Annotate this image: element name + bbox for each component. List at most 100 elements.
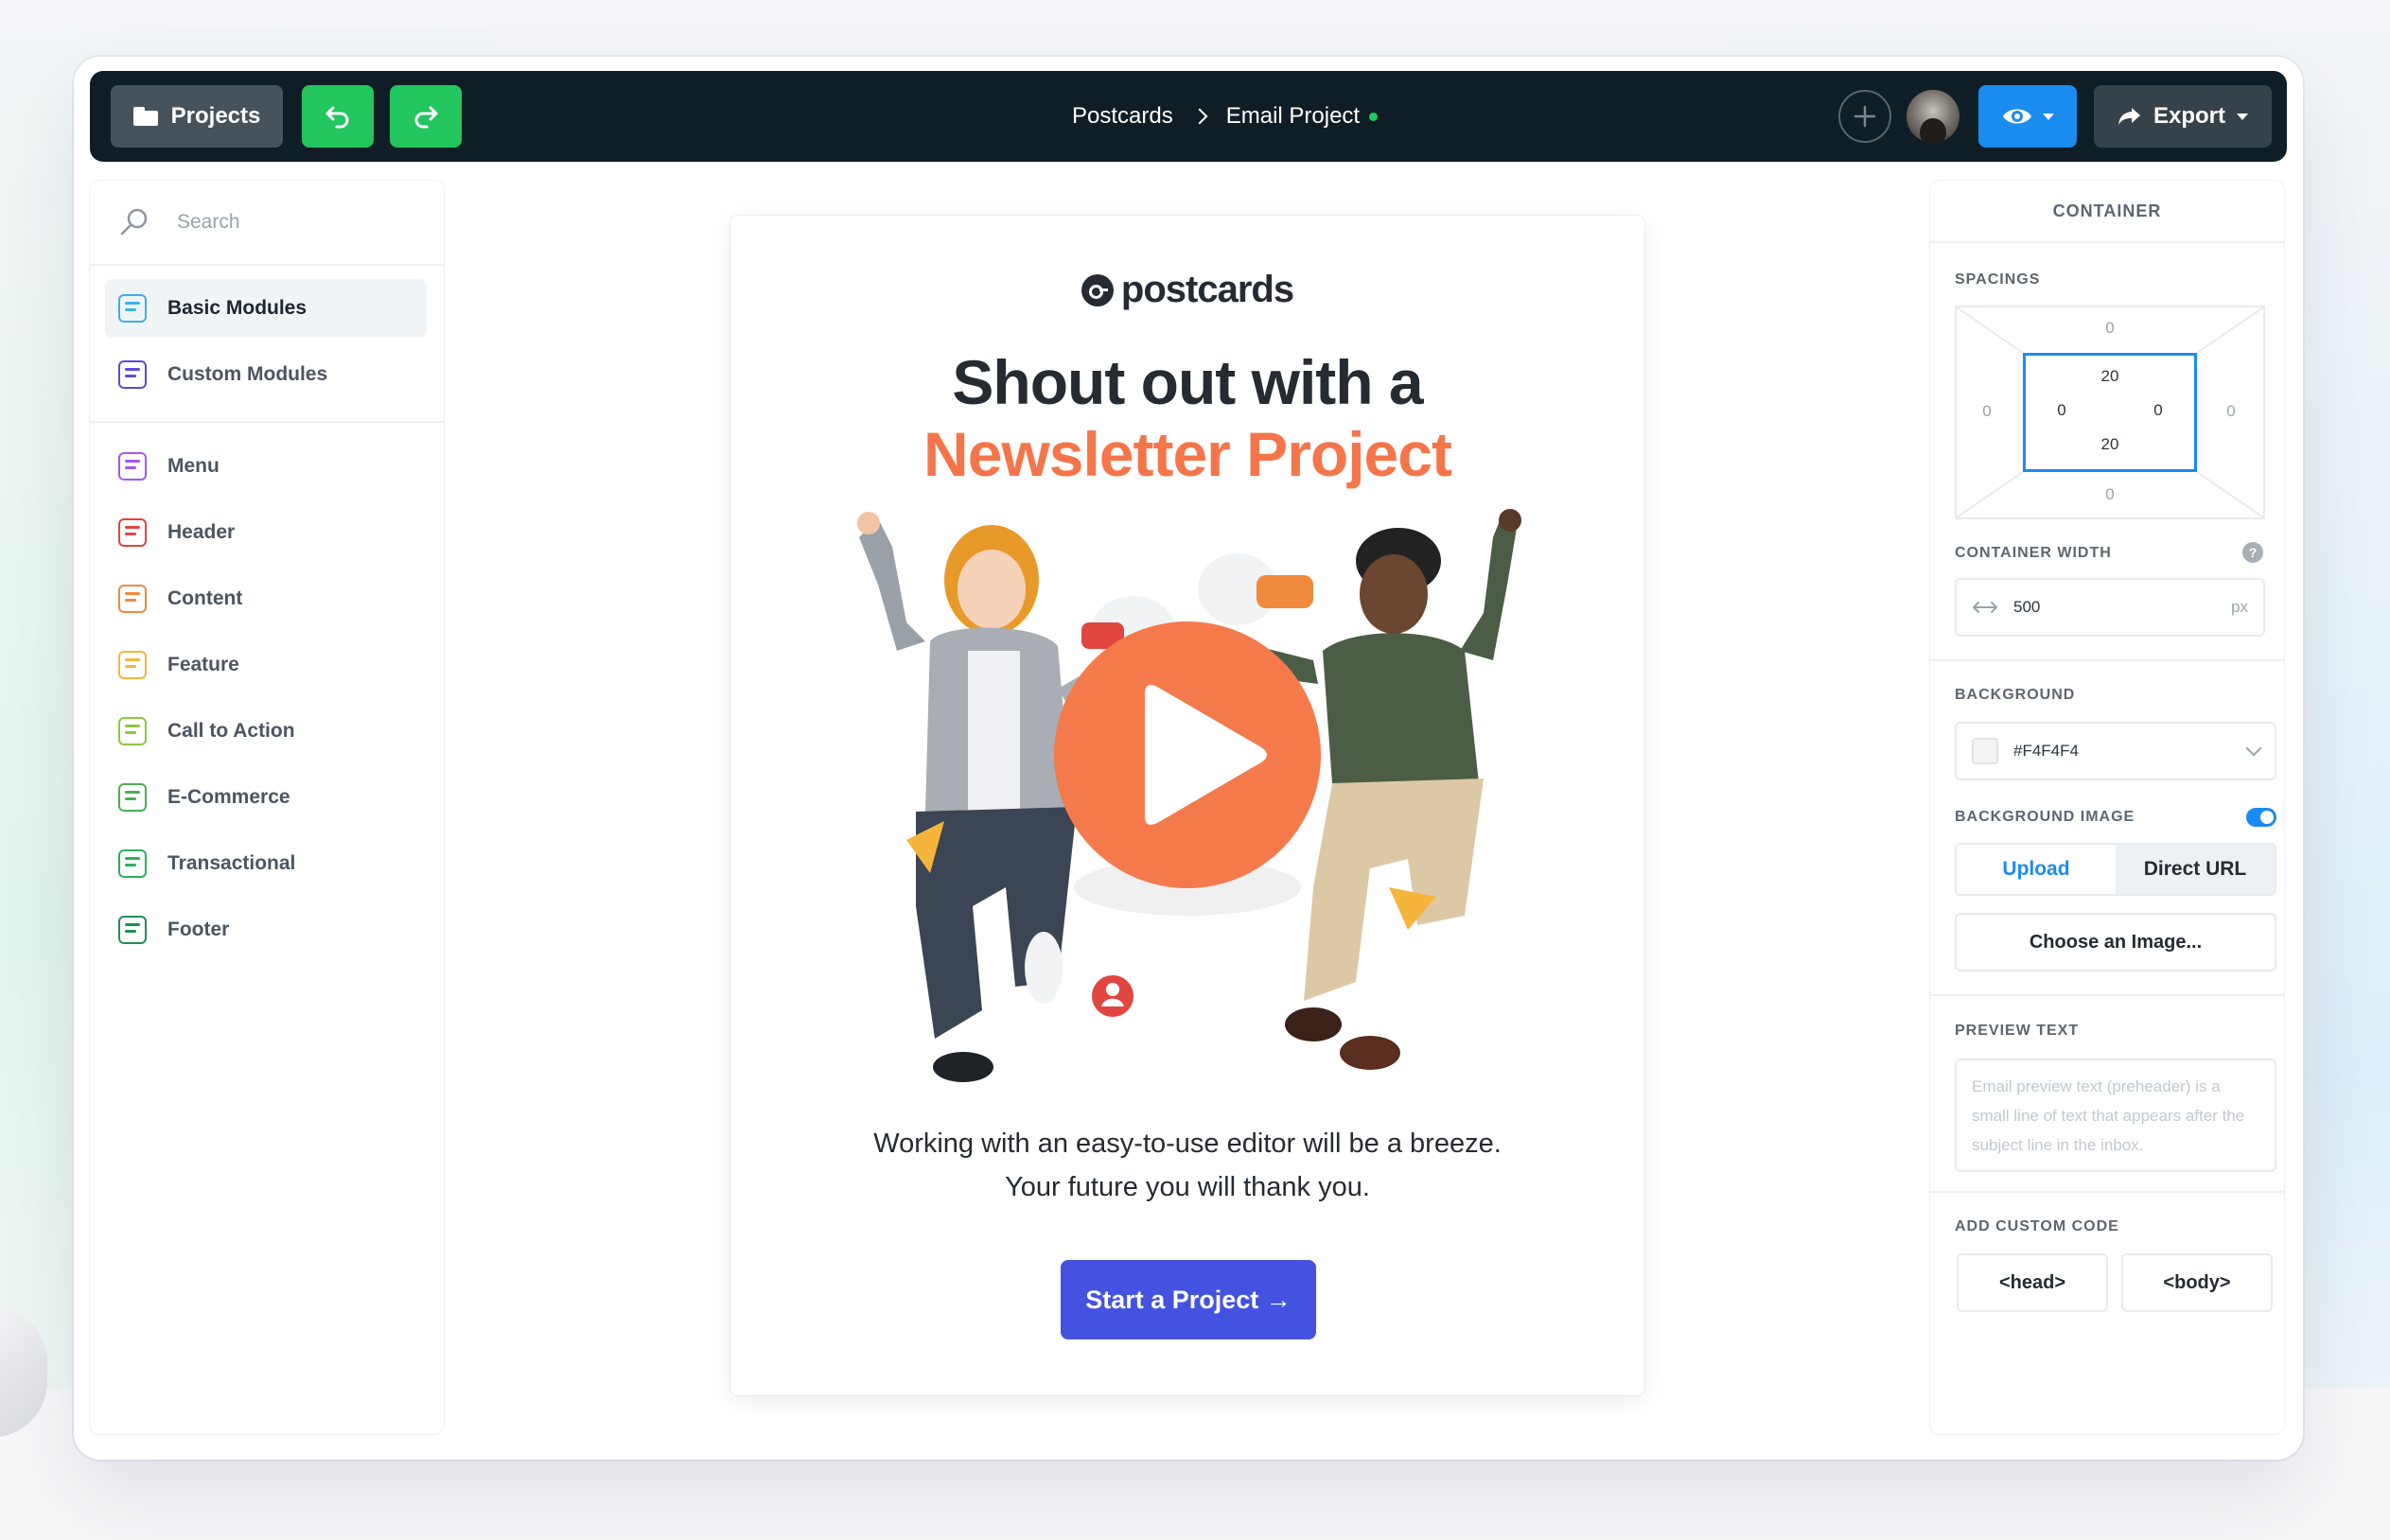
sidebar-item-feature[interactable]: Feature <box>105 636 427 694</box>
redo-icon <box>414 106 438 129</box>
redo-button[interactable] <box>390 85 462 148</box>
resize-horizontal-icon <box>1973 602 1997 613</box>
module-search[interactable]: Search <box>90 181 444 266</box>
modules-sidebar: Search Basic Modules Custom Modules Menu H… <box>90 181 444 1434</box>
plus-icon <box>1854 105 1876 128</box>
background-color-value: #F4F4F4 <box>2013 742 2079 760</box>
postcards-logo-icon <box>1081 273 1114 306</box>
preview-text-label: PREVIEW TEXT <box>1955 1023 2080 1039</box>
undo-icon <box>325 106 349 129</box>
container-width-label: CONTAINER WIDTH <box>1955 545 2112 561</box>
sidebar-item-label: Header <box>167 521 236 543</box>
headline-line-2: Newsletter Project <box>923 419 1452 489</box>
hero-illustration[interactable] <box>840 509 1535 1114</box>
container-width-value: 500 <box>2013 598 2041 616</box>
sidebar-item-call-to-action[interactable]: Call to Action <box>105 702 427 761</box>
padding-left-value[interactable]: 0 <box>2043 401 2081 420</box>
brand-name: postcards <box>1120 269 1294 310</box>
image-source-tabs: Upload Direct URL <box>1955 843 2276 896</box>
padding-right-value[interactable]: 0 <box>2139 401 2177 420</box>
sidebar-item-e-commerce[interactable]: E-Commerce <box>105 768 427 827</box>
custom-modules-icon <box>118 360 147 389</box>
add-collaborator-button[interactable] <box>1838 90 1891 143</box>
sidebar-item-basic-modules[interactable]: Basic Modules <box>105 279 427 338</box>
margin-right-value[interactable]: 0 <box>2212 402 2250 421</box>
sidebar-item-custom-modules[interactable]: Custom Modules <box>105 345 427 404</box>
margin-left-value[interactable]: 0 <box>1968 402 2006 421</box>
brand-logo: postcards <box>730 269 1644 311</box>
spacings-label: SPACINGS <box>1955 271 2041 288</box>
body-code-button[interactable]: <body> <box>2121 1253 2273 1312</box>
background-image-label: BACKGROUND IMAGE <box>1955 809 2135 825</box>
user-pin-icon <box>1092 975 1133 1017</box>
margin-bottom-value[interactable]: 0 <box>2091 485 2129 504</box>
feature-icon <box>118 651 147 679</box>
search-input[interactable]: Search <box>177 211 240 234</box>
e-commerce-icon <box>118 783 147 812</box>
play-button[interactable] <box>1054 621 1321 916</box>
sidebar-item-label: Content <box>167 587 243 609</box>
undo-button[interactable] <box>302 85 374 148</box>
help-icon[interactable]: ? <box>2242 542 2263 563</box>
export-button[interactable]: Export <box>2094 85 2272 148</box>
sidebar-item-label: Feature <box>167 654 239 675</box>
sidebar-item-menu[interactable]: Menu <box>105 437 427 496</box>
email-body-text[interactable]: Working with an easy-to-use editor will … <box>872 1122 1503 1209</box>
panel-title: CONTAINER <box>1930 181 2284 243</box>
email-canvas[interactable]: postcards Shout out with a Newsletter Pr… <box>730 216 1644 1395</box>
custom-code-label: ADD CUSTOM CODE <box>1955 1218 2119 1234</box>
color-swatch[interactable] <box>1972 738 1998 764</box>
sidebar-item-label: Call to Action <box>167 720 295 742</box>
call-to-action-icon <box>118 717 147 745</box>
sidebar-divider <box>90 421 444 423</box>
tab-upload[interactable]: Upload <box>1957 845 2116 894</box>
top-toolbar: Projects Postcards Email Project Export <box>90 71 2287 162</box>
basic-modules-icon <box>118 294 147 323</box>
sidebar-item-transactional[interactable]: Transactional <box>105 834 427 893</box>
panel-divider <box>1930 994 2284 996</box>
preview-text-input[interactable]: Email preview text (preheader) is a smal… <box>1955 1059 2276 1172</box>
preview-button[interactable] <box>1978 85 2077 148</box>
breadcrumb-email-project: Email Project <box>1225 103 1361 129</box>
share-arrow-icon <box>2118 108 2140 125</box>
start-project-button[interactable]: Start a Project → <box>1061 1260 1316 1339</box>
spacing-editor[interactable]: 0 0 0 0 20 0 0 20 <box>1955 306 2265 519</box>
background-color-select[interactable]: #F4F4F4 <box>1955 722 2276 780</box>
padding-top-value[interactable]: 20 <box>2091 367 2129 386</box>
padding-bottom-value[interactable]: 20 <box>2091 435 2129 454</box>
sidebar-item-content[interactable]: Content <box>105 569 427 628</box>
sidebar-item-footer[interactable]: Footer <box>105 901 427 959</box>
folder-icon <box>132 107 158 126</box>
background-label: BACKGROUND <box>1955 687 2076 703</box>
eye-icon <box>2003 109 2031 124</box>
padding-box: 20 0 0 20 <box>2023 353 2197 472</box>
sidebar-item-label: Basic Modules <box>167 297 308 319</box>
headline-line-1: Shout out with a <box>952 347 1423 417</box>
chevron-down-icon <box>2237 113 2248 120</box>
sidebar-item-label: Custom Modules <box>167 363 328 385</box>
menu-icon <box>118 452 147 481</box>
sidebar-item-label: Transactional <box>167 852 296 874</box>
user-avatar[interactable] <box>1907 90 1959 143</box>
sidebar-item-header[interactable]: Header <box>105 503 427 562</box>
chevron-right-icon <box>1191 108 1208 125</box>
content-icon <box>118 585 147 613</box>
projects-button[interactable]: Projects <box>111 85 283 148</box>
tab-direct-url[interactable]: Direct URL <box>2116 845 2275 894</box>
head-code-button[interactable]: <head> <box>1957 1253 2108 1312</box>
sidebar-item-label: Menu <box>167 455 220 477</box>
projects-label: Projects <box>170 103 261 129</box>
choose-image-button[interactable]: Choose an Image... <box>1955 913 2276 971</box>
footer-icon <box>118 916 147 944</box>
sidebar-item-label: E-Commerce <box>167 786 290 808</box>
panel-divider <box>1930 659 2284 661</box>
email-headline[interactable]: Shout out with a Newsletter Project <box>730 346 1644 490</box>
chevron-down-icon <box>2043 113 2054 120</box>
export-label: Export <box>2153 103 2225 129</box>
sidebar-item-label: Footer <box>167 919 230 940</box>
breadcrumb: Postcards Email Project <box>1072 71 1379 162</box>
container-width-field[interactable]: 500 px <box>1955 578 2265 637</box>
background-image-toggle[interactable] <box>2246 808 2276 827</box>
margin-top-value[interactable]: 0 <box>2091 319 2129 338</box>
breadcrumb-postcards[interactable]: Postcards <box>1072 103 1173 130</box>
